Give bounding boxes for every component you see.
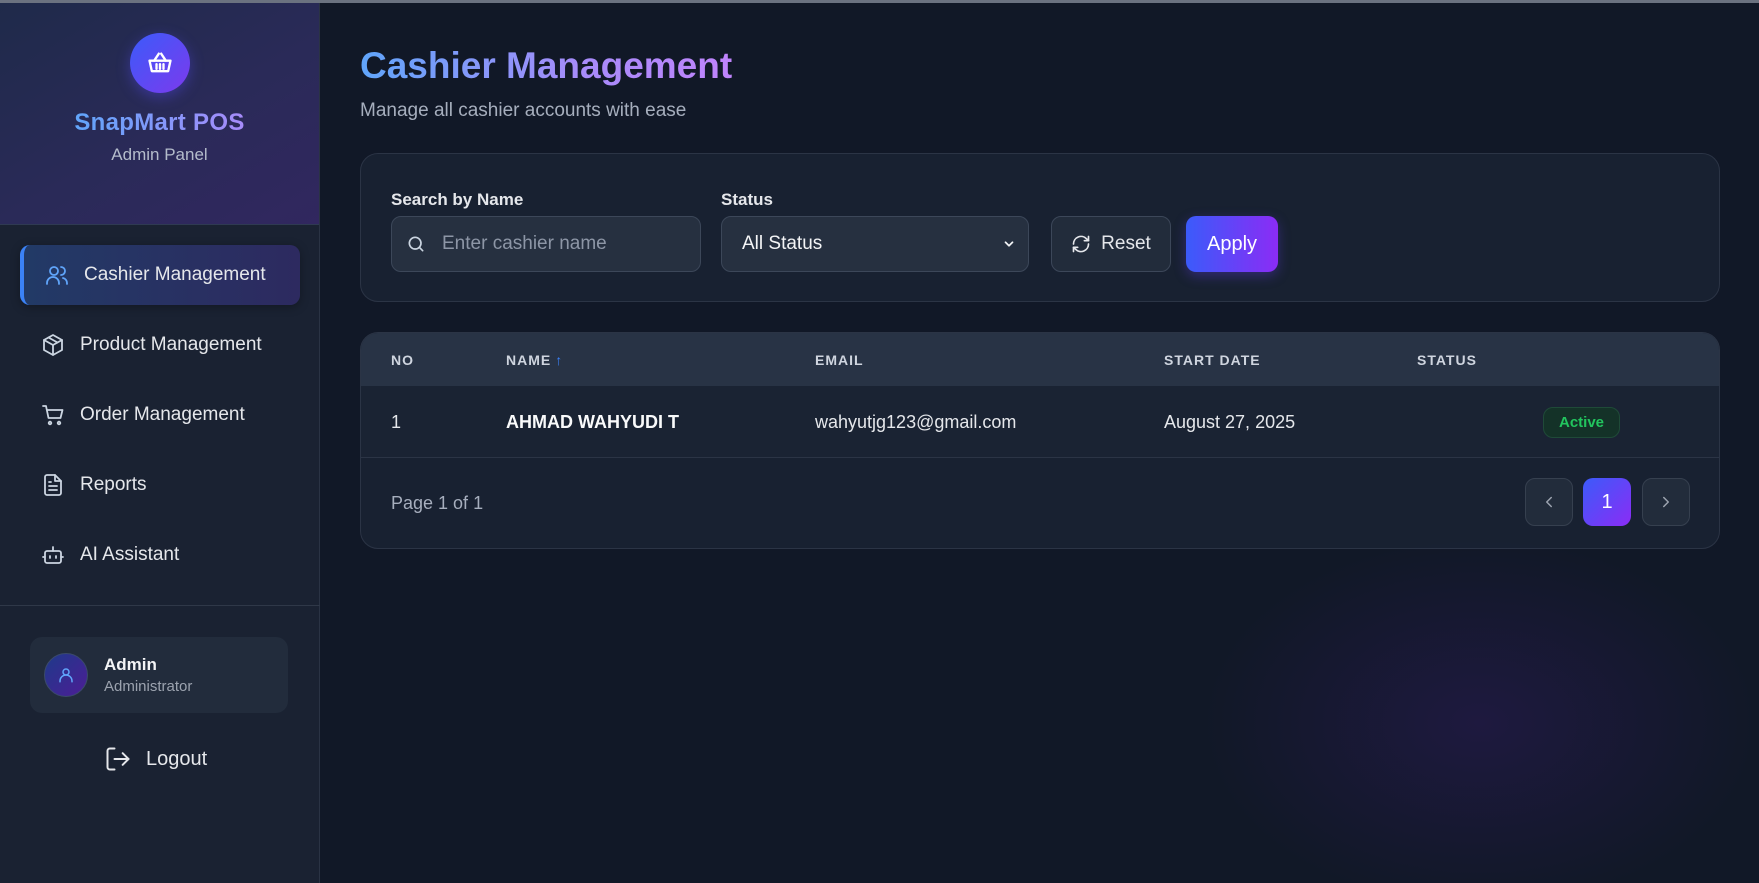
sidebar-item-product-management[interactable]: Product Management — [20, 315, 300, 375]
column-header-email[interactable]: EMAIL — [815, 352, 864, 368]
apply-button[interactable]: Apply — [1186, 216, 1278, 272]
status-label: Status — [721, 190, 773, 209]
logout-icon — [104, 745, 132, 773]
user-card: Admin Administrator — [30, 637, 288, 713]
refresh-icon — [1071, 234, 1091, 254]
search-icon — [406, 234, 426, 254]
cell-name: AHMAD WAHYUDI T — [506, 412, 679, 432]
bot-icon — [40, 542, 66, 568]
brand-name: SnapMart POS — [74, 109, 245, 136]
search-field[interactable] — [391, 216, 701, 272]
cell-email: wahyutjg123@gmail.com — [815, 412, 1017, 432]
page-subtitle: Manage all cashier accounts with ease — [360, 100, 687, 121]
prev-page-button[interactable] — [1525, 478, 1573, 526]
basket-icon — [129, 33, 190, 93]
cell-start-date: August 27, 2025 — [1164, 412, 1296, 432]
avatar — [44, 653, 88, 697]
users-icon — [44, 262, 70, 288]
box-icon — [40, 332, 66, 358]
search-input[interactable] — [442, 233, 682, 255]
status-select-value: All Status — [742, 233, 823, 254]
brand-header: SnapMart POS Admin Panel — [0, 3, 319, 225]
brand-subtitle: Admin Panel — [111, 145, 208, 164]
sidebar-item-label: Cashier Management — [84, 264, 266, 285]
page-button-current[interactable]: 1 — [1583, 478, 1631, 526]
sidebar-item-order-management[interactable]: Order Management — [20, 385, 300, 445]
sidebar-item-reports[interactable]: Reports — [20, 455, 300, 515]
logout-button[interactable]: Logout — [104, 745, 207, 773]
column-header-status[interactable]: STATUS — [1417, 352, 1477, 368]
reset-label: Reset — [1101, 233, 1151, 254]
sidebar-divider — [0, 605, 320, 606]
chevron-right-icon — [1657, 493, 1675, 511]
cashier-table: NO NAME ↑ EMAIL START DATE STATUS 1 AHMAD… — [360, 332, 1720, 549]
sidebar: SnapMart POS Admin Panel Cashier Managem… — [0, 3, 320, 883]
status-select[interactable]: All Status — [721, 216, 1029, 272]
status-badge: Active — [1543, 407, 1621, 438]
table-row[interactable]: 1 AHMAD WAHYUDI T wahyutjg123@gmail.com … — [361, 386, 1719, 458]
logout-label: Logout — [146, 747, 208, 770]
sidebar-item-label: Order Management — [80, 404, 245, 425]
cart-icon — [40, 402, 66, 428]
sort-asc-icon: ↑ — [555, 352, 564, 368]
table-header: NO NAME ↑ EMAIL START DATE STATUS — [361, 333, 1719, 386]
file-text-icon — [40, 472, 66, 498]
sidebar-item-label: Product Management — [80, 334, 262, 355]
cell-no: 1 — [391, 412, 402, 432]
column-header-name[interactable]: NAME ↑ — [506, 352, 563, 368]
column-header-no[interactable]: NO — [391, 352, 414, 368]
reset-button[interactable]: Reset — [1051, 216, 1171, 272]
user-role: Administrator — [104, 678, 193, 695]
column-header-start-date[interactable]: START DATE — [1164, 352, 1261, 368]
user-name: Admin — [104, 655, 157, 674]
sidebar-item-ai-assistant[interactable]: AI Assistant — [20, 525, 300, 585]
sidebar-item-label: AI Assistant — [80, 544, 180, 565]
chevron-down-icon — [1002, 237, 1016, 251]
page-title: Cashier Management — [360, 45, 733, 86]
main-content: Cashier Management Manage all cashier ac… — [320, 3, 1759, 883]
column-header-name-label: NAME — [506, 352, 552, 368]
search-label: Search by Name — [391, 190, 524, 209]
sidebar-nav: Cashier Management Product Management Or… — [0, 245, 320, 595]
user-icon — [57, 666, 75, 684]
sidebar-item-cashier-management[interactable]: Cashier Management — [20, 245, 300, 305]
sidebar-item-label: Reports — [80, 474, 147, 495]
filter-panel: Search by Name Status All Status Reset — [360, 153, 1720, 302]
pagination-text: Page 1 of 1 — [391, 493, 484, 513]
chevron-left-icon — [1540, 493, 1558, 511]
app-window: SnapMart POS Admin Panel Cashier Managem… — [0, 0, 1759, 883]
next-page-button[interactable] — [1642, 478, 1690, 526]
